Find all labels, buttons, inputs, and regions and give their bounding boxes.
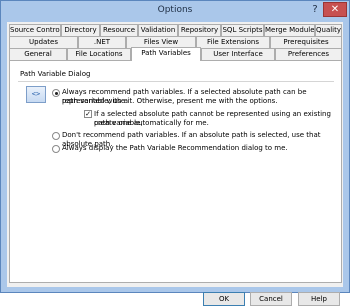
tab-validation[interactable]: Validation: [138, 24, 178, 36]
tab-preferences[interactable]: Preferences: [275, 48, 342, 60]
cancel-button[interactable]: Cancel: [250, 292, 292, 306]
help-title-button[interactable]: ?: [308, 3, 322, 17]
close-button[interactable]: ✕: [323, 2, 347, 17]
tab-row-1: Source Control Directory Resource Valida…: [7, 24, 343, 36]
title-bar: Options ? ✕: [1, 1, 349, 21]
always-display-label: Always display the Path Variable Recomme…: [62, 144, 288, 152]
tab-file-extensions[interactable]: File Extensions: [196, 36, 270, 48]
dialog-body: Source Control Directory Resource Valida…: [7, 22, 343, 306]
create-auto-label-line2: create one automatically for me.: [94, 119, 209, 127]
tab-directory[interactable]: Directory: [61, 24, 100, 36]
dont-recommend-radio[interactable]: [52, 132, 60, 140]
tab-resource[interactable]: Resource: [100, 24, 138, 36]
tab-path-variables[interactable]: Path Variables: [131, 47, 201, 61]
tab-dotnet[interactable]: .NET: [78, 36, 126, 48]
tab-prerequisites[interactable]: Prerequisites: [270, 36, 342, 48]
tab-file-locations[interactable]: File Locations: [67, 48, 131, 60]
path-variable-icon: <>: [26, 86, 46, 103]
tab-sql-scripts[interactable]: SQL Scripts: [221, 24, 264, 36]
group-divider: [18, 81, 334, 82]
tab-quality[interactable]: Quality: [315, 24, 342, 36]
path-variables-panel: Path Variable Dialog <> Always recommend…: [9, 60, 342, 283]
options-window: Options ? ✕ Source Control Directory Res…: [0, 0, 350, 306]
create-auto-checkbox[interactable]: ✓: [84, 110, 92, 118]
recommend-radio[interactable]: [52, 89, 60, 97]
tab-user-interface[interactable]: User Interface: [201, 48, 275, 60]
tab-general[interactable]: General: [9, 48, 67, 60]
tab-merge-modules[interactable]: Merge Modules: [264, 24, 315, 36]
tab-repository[interactable]: Repository: [178, 24, 221, 36]
help-button[interactable]: Help: [298, 292, 340, 306]
recommend-label-line2: path variable, use it. Otherwise, presen…: [62, 97, 278, 105]
group-title: Path Variable Dialog: [20, 70, 91, 78]
tab-row-3: General File Locations Path Variables Us…: [7, 47, 343, 61]
ok-button[interactable]: OK: [203, 292, 245, 306]
tab-updates[interactable]: Updates: [9, 36, 78, 48]
tab-source-control[interactable]: Source Control: [9, 24, 61, 36]
window-title: Options: [157, 5, 193, 15]
always-display-radio[interactable]: [52, 145, 60, 153]
